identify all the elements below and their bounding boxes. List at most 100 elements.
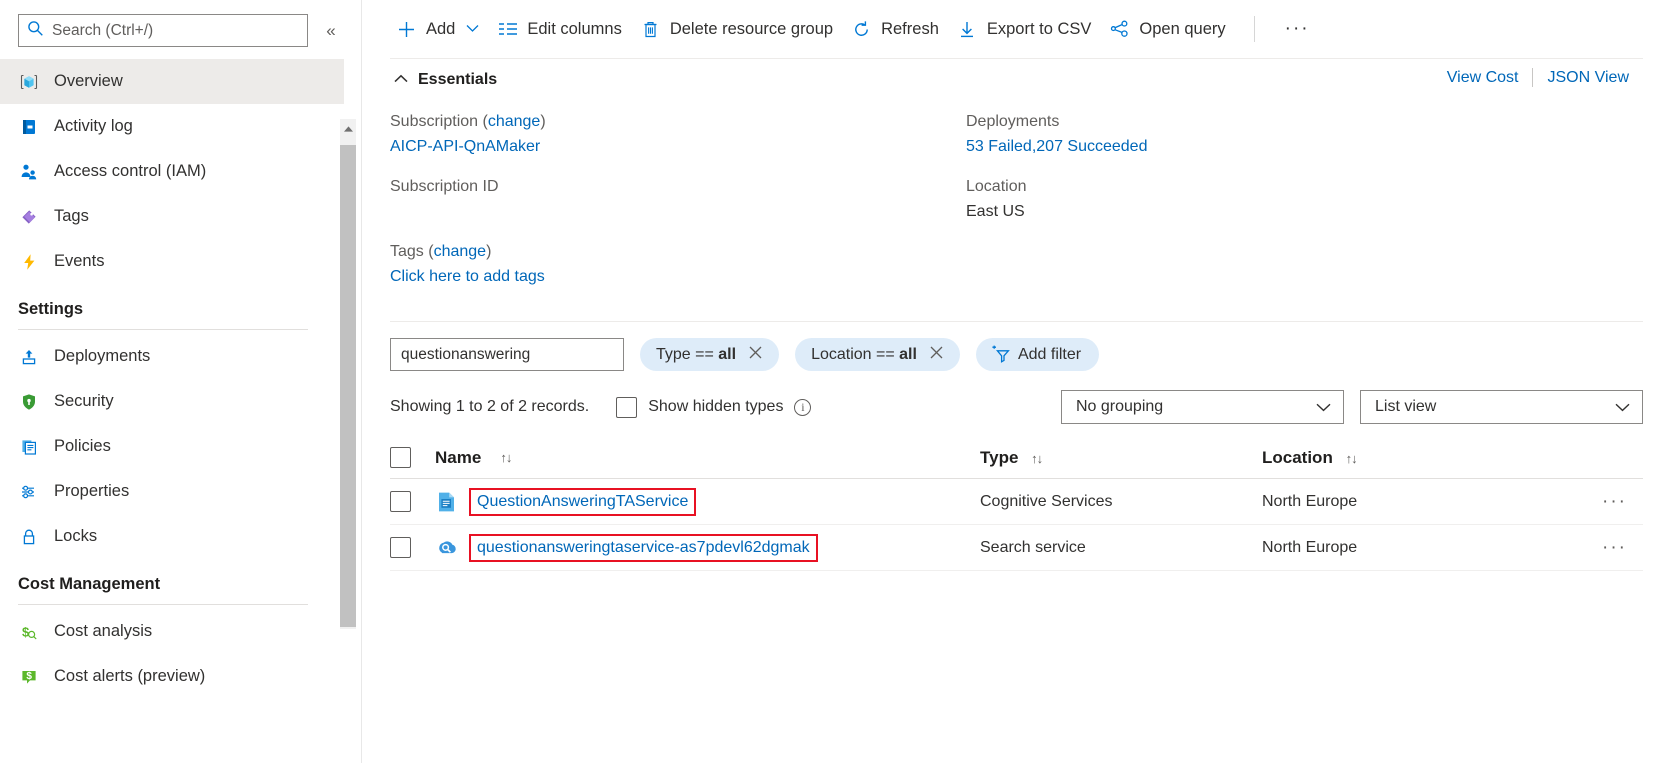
select-all-checkbox[interactable] — [390, 447, 411, 468]
policies-icon — [18, 436, 40, 458]
sidebar-item-cost-alerts[interactable]: $ Cost alerts (preview) — [0, 654, 344, 699]
column-header-location[interactable]: Location ↑↓ — [1262, 448, 1552, 468]
essentials-left-column: Subscription (change) AICP-API-QnAMaker … — [390, 110, 966, 305]
sidebar-item-label: Activity log — [54, 117, 133, 136]
properties-sliders-icon — [18, 481, 40, 503]
info-icon[interactable]: i — [794, 399, 811, 416]
sort-icon[interactable]: ↑↓ — [1031, 451, 1042, 466]
add-tags-link[interactable]: Click here to add tags — [390, 264, 966, 289]
sidebar-search-box[interactable] — [18, 14, 308, 47]
sidebar-group-divider — [18, 604, 308, 605]
tags-icon — [18, 206, 40, 228]
tags-change-link[interactable]: change — [434, 243, 487, 260]
sidebar-item-overview[interactable]: Overview — [0, 59, 344, 104]
add-filter-button[interactable]: Add filter — [976, 338, 1099, 371]
sidebar-item-label: Cost analysis — [54, 622, 152, 641]
sidebar-item-security[interactable]: Security — [0, 379, 344, 424]
access-control-icon — [18, 161, 40, 183]
resource-link[interactable]: QuestionAnsweringTAService — [477, 493, 688, 510]
column-header-type[interactable]: Type ↑↓ — [980, 448, 1262, 468]
filter-pill-location[interactable]: Location == all — [795, 338, 960, 371]
collapse-sidebar-button[interactable]: « — [318, 18, 344, 44]
records-count: Showing 1 to 2 of 2 records. — [390, 398, 589, 416]
edit-columns-button[interactable]: Edit columns — [491, 13, 633, 46]
deployments-value[interactable]: 53 Failed,207 Succeeded — [966, 134, 1542, 159]
subscription-value[interactable]: AICP-API-QnAMaker — [390, 134, 966, 159]
pill-prefix: Location == — [811, 346, 895, 363]
refresh-label: Refresh — [881, 20, 939, 39]
sort-icon[interactable]: ↑↓ — [500, 450, 511, 465]
more-commands-button[interactable]: ··· — [1271, 14, 1324, 44]
sidebar-scrollbar-thumb[interactable] — [340, 145, 356, 627]
records-row: Showing 1 to 2 of 2 records. Show hidden… — [390, 371, 1665, 423]
sidebar-search-input[interactable] — [52, 22, 299, 40]
view-cost-link[interactable]: View Cost — [1433, 69, 1533, 87]
row-select-cell — [390, 491, 435, 512]
subscription-id-label: Subscription ID — [390, 175, 966, 199]
sidebar-item-events[interactable]: Events — [0, 239, 344, 284]
tags-label: Tags (change) — [390, 240, 966, 264]
sidebar-group-divider — [18, 329, 308, 330]
refresh-button[interactable]: Refresh — [845, 13, 951, 46]
open-query-button[interactable]: Open query — [1103, 13, 1237, 46]
table-row[interactable]: QuestionAnsweringTAService Cognitive Ser… — [390, 479, 1643, 525]
pill-value: all — [718, 346, 736, 363]
sidebar-item-policies[interactable]: Policies — [0, 424, 344, 469]
delete-resource-group-button[interactable]: Delete resource group — [634, 13, 845, 46]
column-label: Name — [435, 448, 481, 468]
show-hidden-types-checkbox[interactable] — [616, 397, 637, 418]
lock-icon — [18, 526, 40, 548]
tags-field: Tags (change) Click here to add tags — [390, 240, 966, 289]
scroll-up-arrow-icon[interactable] — [340, 121, 356, 137]
row-checkbox[interactable] — [390, 537, 411, 558]
sidebar-item-access-control[interactable]: Access control (IAM) — [0, 149, 344, 194]
pill-prefix: Type == — [656, 346, 714, 363]
view-type-dropdown[interactable]: List view — [1360, 390, 1643, 424]
add-button-label: Add — [426, 20, 455, 39]
trash-icon — [640, 19, 661, 40]
search-service-icon — [435, 536, 458, 559]
sidebar-item-deployments[interactable]: Deployments — [0, 334, 344, 379]
subscription-id-field: Subscription ID — [390, 175, 966, 224]
svg-text:$: $ — [22, 624, 30, 639]
row-more-button[interactable]: ··· — [1592, 491, 1637, 513]
essentials-toggle[interactable]: Essentials — [390, 69, 501, 91]
deployments-label: Deployments — [966, 110, 1542, 134]
sidebar-item-cost-analysis[interactable]: $ Cost analysis — [0, 609, 344, 654]
select-all-cell — [390, 447, 435, 468]
row-more-button[interactable]: ··· — [1592, 537, 1637, 559]
close-icon[interactable] — [748, 345, 763, 365]
json-view-link[interactable]: JSON View — [1533, 69, 1643, 87]
sidebar-item-tags[interactable]: Tags — [0, 194, 344, 239]
subscription-label-text: Subscription — [390, 113, 478, 130]
row-type-cell: Cognitive Services — [980, 493, 1262, 511]
show-hidden-types-control[interactable]: Show hidden types i — [616, 397, 811, 418]
toolbar-separator — [1254, 16, 1255, 42]
table-row[interactable]: questionansweringtaservice-as7pdevl62dgm… — [390, 525, 1643, 571]
row-checkbox[interactable] — [390, 491, 411, 512]
sidebar-nav-scroll: Overview Activity log — [0, 59, 361, 751]
chevron-up-icon — [394, 71, 408, 89]
spacer — [390, 199, 966, 224]
row-location-cell: North Europe — [1262, 539, 1552, 557]
table-header-row: Name ↑↓ Type ↑↓ Location ↑↓ — [390, 437, 1643, 479]
sidebar-item-label: Properties — [54, 482, 129, 501]
row-actions-cell: ··· — [1552, 537, 1643, 559]
filter-pill-type[interactable]: Type == all — [640, 338, 779, 371]
export-to-csv-button[interactable]: Export to CSV — [951, 13, 1104, 46]
resource-link[interactable]: questionansweringtaservice-as7pdevl62dgm… — [477, 539, 810, 556]
add-button[interactable]: Add — [390, 13, 491, 46]
azure-resource-group-overview: « Overvie — [0, 0, 1665, 763]
sidebar-search-row: « — [0, 0, 361, 59]
resource-filter-input[interactable] — [390, 338, 624, 371]
sidebar-item-activity-log[interactable]: Activity log — [0, 104, 344, 149]
close-icon[interactable] — [929, 345, 944, 365]
sidebar-item-label: Events — [54, 252, 104, 271]
sidebar-item-properties[interactable]: Properties — [0, 469, 344, 514]
subscription-change-link[interactable]: change — [488, 113, 541, 130]
grouping-dropdown[interactable]: No grouping — [1061, 390, 1344, 424]
sort-icon[interactable]: ↑↓ — [1346, 451, 1357, 466]
search-icon — [27, 20, 44, 42]
column-header-name[interactable]: Name ↑↓ — [435, 448, 980, 468]
sidebar-item-locks[interactable]: Locks — [0, 514, 344, 559]
